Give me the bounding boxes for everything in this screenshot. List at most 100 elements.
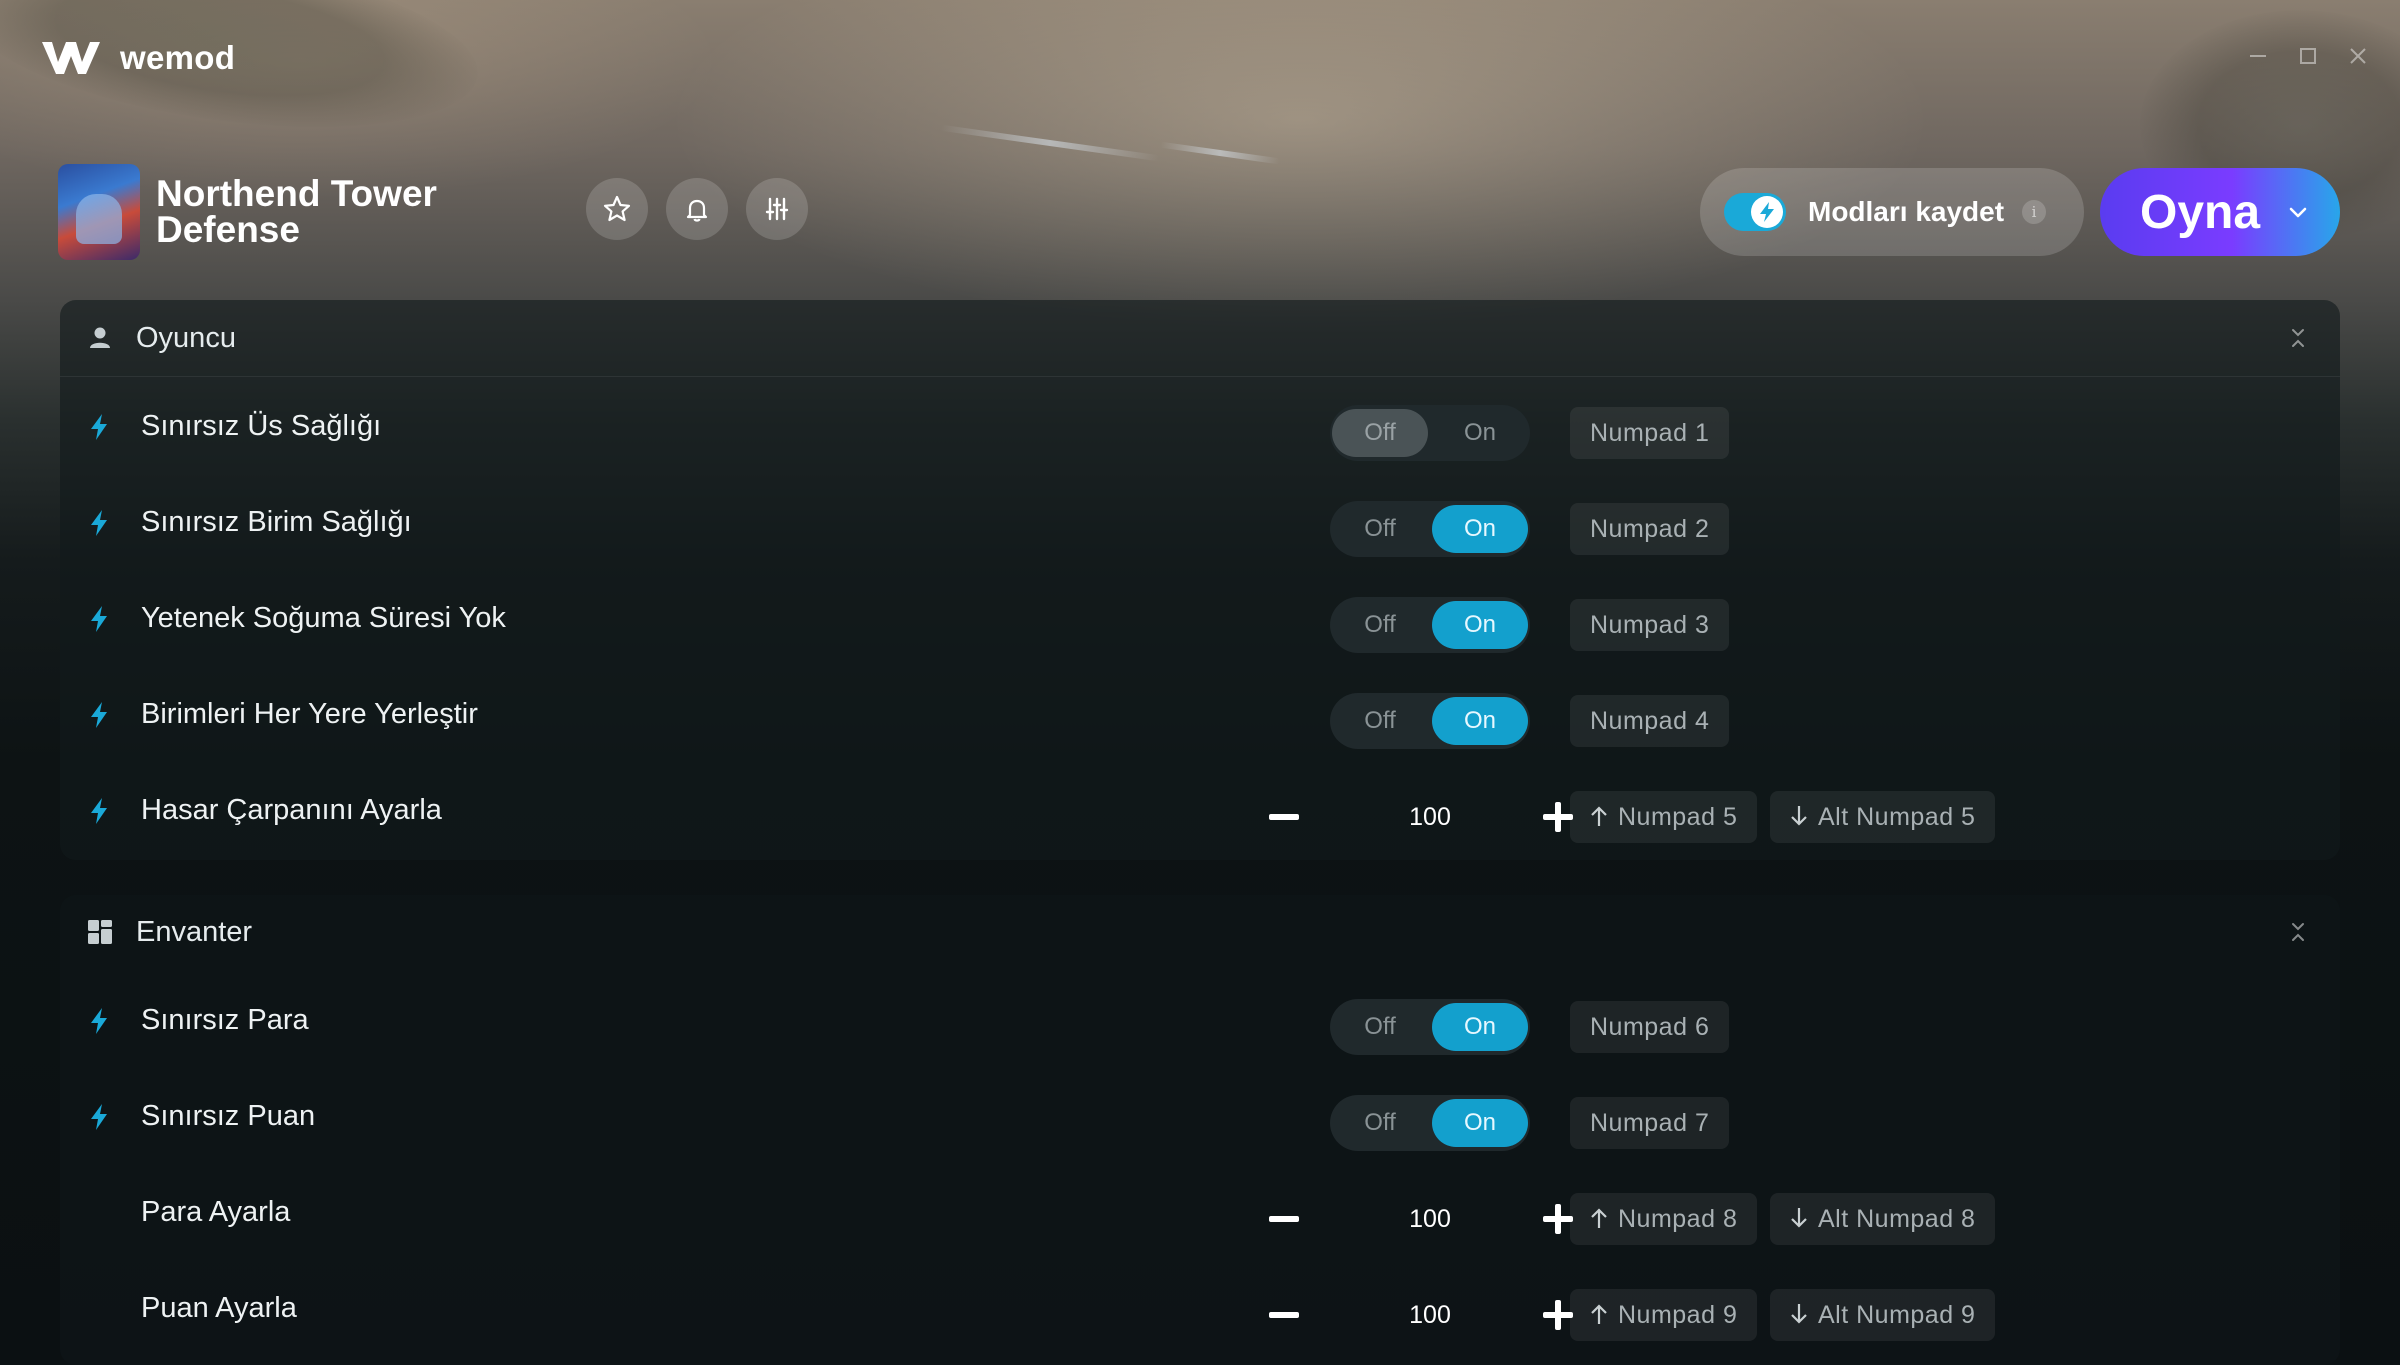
mod-row: Sınırsız Üs Sağlığı Off On Numpad 1: [60, 381, 2340, 471]
mod-toggle: Off On: [1330, 501, 1530, 557]
game-actions: [586, 178, 808, 240]
plus-icon: [1543, 1300, 1573, 1330]
toggle-off[interactable]: Off: [1332, 505, 1428, 553]
hotkey-increase-button[interactable]: Numpad 5: [1570, 791, 1758, 843]
toggle-off[interactable]: Off: [1332, 697, 1428, 745]
save-mods-toggle[interactable]: [1724, 193, 1786, 231]
hotkey-button[interactable]: Numpad 3: [1570, 599, 1730, 651]
play-label: Oyna: [2140, 185, 2261, 239]
hotkey-decrease-button[interactable]: Alt Numpad 8: [1770, 1193, 1996, 1245]
mod-label: Sınırsız Üs Sağlığı: [141, 410, 382, 442]
game-cover-image: [58, 164, 140, 260]
hotkey-increase-button[interactable]: Numpad 9: [1570, 1289, 1758, 1341]
arrow-down-icon: [1791, 1304, 1807, 1324]
mod-label: Para Ayarla: [141, 1196, 291, 1228]
plus-icon: [1543, 1204, 1573, 1234]
maximize-icon[interactable]: [2296, 44, 2320, 68]
bolt-icon: [91, 510, 107, 536]
mod-label: Sınırsız Birim Sağlığı: [141, 506, 412, 538]
mod-toggle: Off On: [1330, 693, 1530, 749]
collapse-icon[interactable]: [2288, 918, 2308, 946]
arrow-down-icon: [1791, 806, 1807, 826]
bolt-icon: [91, 1104, 107, 1130]
mod-toggle: Off On: [1330, 597, 1530, 653]
toggle-on[interactable]: On: [1432, 697, 1528, 745]
hotkey-label: Numpad 5: [1618, 803, 1738, 831]
mod-row: Puan Ayarla 100 Numpad 9 Alt Numpad 9: [60, 1263, 2340, 1353]
arrow-up-icon: [1591, 1304, 1607, 1324]
mod-label: Sınırsız Puan: [141, 1100, 316, 1132]
arrow-up-icon: [1591, 806, 1607, 826]
bolt-icon: [91, 606, 107, 632]
mod-label: Yetenek Soğuma Süresi Yok: [141, 602, 506, 634]
star-icon: [603, 195, 631, 222]
value-input[interactable]: 100: [1360, 1191, 1500, 1247]
mod-label: Birimleri Her Yere Yerleştir: [141, 698, 478, 730]
section-header-inventory[interactable]: Envanter: [60, 894, 2340, 970]
hotkey-label: Numpad 9: [1618, 1301, 1738, 1329]
bolt-icon: [91, 1008, 107, 1034]
section-header-player[interactable]: Oyuncu: [60, 300, 2340, 377]
mod-row: Birimleri Her Yere Yerleştir Off On Nump…: [60, 669, 2340, 759]
minimize-icon[interactable]: [2246, 44, 2270, 68]
sliders-icon: [765, 197, 789, 221]
hotkey-increase-button[interactable]: Numpad 8: [1570, 1193, 1758, 1245]
bolt-icon: [91, 798, 107, 824]
mod-row: Sınırsız Birim Sağlığı Off On Numpad 2: [60, 477, 2340, 567]
section-title: Envanter: [136, 915, 253, 948]
window-controls: [2246, 44, 2370, 68]
collapse-icon[interactable]: [2288, 324, 2308, 352]
toggle-on[interactable]: On: [1432, 601, 1528, 649]
minus-icon: [1269, 1312, 1299, 1318]
toggle-on[interactable]: On: [1432, 1003, 1528, 1051]
hotkey-button[interactable]: Numpad 6: [1570, 1001, 1730, 1053]
toggle-off[interactable]: Off: [1332, 1099, 1428, 1147]
mod-label: Puan Ayarla: [141, 1292, 297, 1324]
value-input[interactable]: 100: [1360, 1287, 1500, 1343]
minus-icon: [1269, 1216, 1299, 1222]
notifications-button[interactable]: [666, 178, 728, 240]
mod-label: Sınırsız Para: [141, 1004, 309, 1036]
toggle-off[interactable]: Off: [1332, 1003, 1428, 1051]
game-settings-button[interactable]: [746, 178, 808, 240]
toggle-on[interactable]: On: [1432, 409, 1528, 457]
hotkey-button[interactable]: Numpad 7: [1570, 1097, 1730, 1149]
toggle-on[interactable]: On: [1432, 505, 1528, 553]
info-icon[interactable]: i: [2022, 200, 2047, 224]
arrow-up-icon: [1591, 1208, 1607, 1228]
mod-label: Hasar Çarpanını Ayarla: [141, 794, 442, 826]
toggle-on[interactable]: On: [1432, 1099, 1528, 1147]
minus-icon: [1269, 814, 1299, 820]
play-button[interactable]: Oyna: [2100, 168, 2340, 256]
bolt-icon: [91, 702, 107, 728]
decrease-button[interactable]: [1256, 789, 1312, 845]
mod-toggle: Off On: [1330, 1095, 1530, 1151]
hotkey-button[interactable]: Numpad 4: [1570, 695, 1730, 747]
decrease-button[interactable]: [1256, 1287, 1312, 1343]
decrease-button[interactable]: [1256, 1191, 1312, 1247]
hotkey-decrease-button[interactable]: Alt Numpad 9: [1770, 1289, 1996, 1341]
chevron-down-icon[interactable]: [2286, 200, 2310, 224]
mod-row: Para Ayarla 100 Numpad 8 Alt Numpad 8: [60, 1167, 2340, 1257]
close-icon[interactable]: [2346, 44, 2370, 68]
game-title: Northend Tower Defense: [156, 173, 437, 250]
arrow-down-icon: [1791, 1208, 1807, 1228]
toggle-off[interactable]: Off: [1332, 601, 1428, 649]
bolt-icon: [1751, 196, 1783, 228]
hotkey-button[interactable]: Numpad 2: [1570, 503, 1730, 555]
favorite-button[interactable]: [586, 178, 648, 240]
value-input[interactable]: 100: [1360, 789, 1500, 845]
bolt-icon: [91, 414, 107, 440]
mod-row: Yetenek Soğuma Süresi Yok Off On Numpad …: [60, 573, 2340, 663]
grid-icon: [88, 920, 112, 944]
hotkey-decrease-button[interactable]: Alt Numpad 5: [1770, 791, 1996, 843]
toggle-off[interactable]: Off: [1332, 409, 1428, 457]
section-title: Oyuncu: [136, 321, 236, 354]
mod-toggle: Off On: [1330, 405, 1530, 461]
save-mods-control: Modları kaydet i: [1700, 168, 2084, 256]
hotkey-label: Alt Numpad 9: [1818, 1301, 1976, 1329]
hotkey-button[interactable]: Numpad 1: [1570, 407, 1730, 459]
mod-toggle: Off On: [1330, 999, 1530, 1055]
app-name: wemod: [120, 39, 236, 76]
hotkey-label: Alt Numpad 8: [1818, 1205, 1976, 1233]
